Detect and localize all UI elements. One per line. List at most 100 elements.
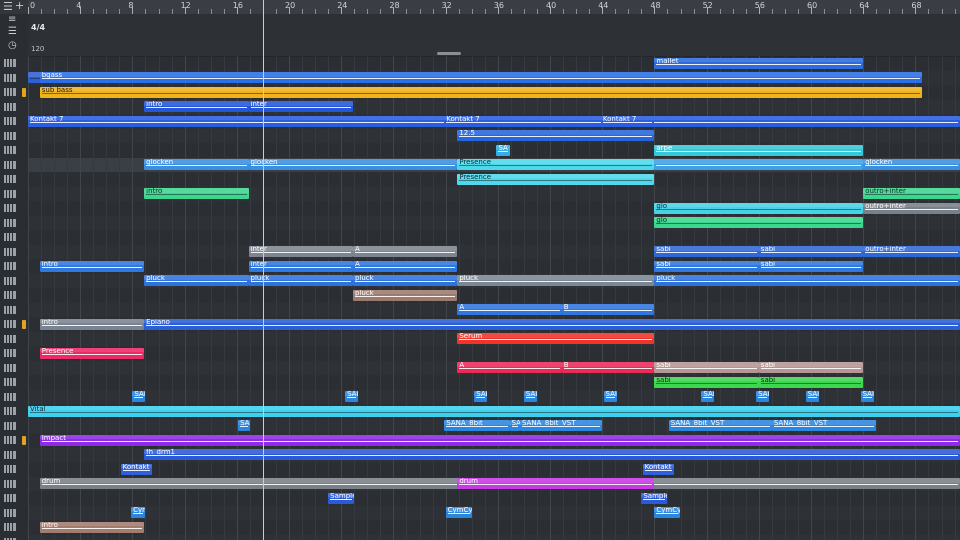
track-instrument-icon[interactable] <box>3 464 17 474</box>
clip-presence[interactable]: Presence <box>457 173 655 185</box>
clip-sabi[interactable]: sabi <box>758 362 864 373</box>
tempo-track[interactable]: 120 <box>28 42 960 57</box>
clip-12-5[interactable]: 12.5 <box>457 130 655 141</box>
track-instrument-icon[interactable] <box>3 145 17 155</box>
track-instrument-icon[interactable] <box>3 348 17 358</box>
clip-intro[interactable]: intro <box>144 101 249 112</box>
clip-a[interactable]: A <box>457 304 562 315</box>
clip-sai[interactable]: SAI <box>509 420 520 431</box>
track-lane[interactable] <box>28 505 960 520</box>
clip-intro[interactable]: intro <box>144 188 249 199</box>
clip-intro[interactable]: intro <box>39 260 145 272</box>
clip-epiano[interactable]: Epiano <box>144 318 960 330</box>
track-instrument-icon[interactable] <box>3 319 17 329</box>
track-instrument-icon[interactable] <box>3 276 17 286</box>
clip-sai[interactable]: SAI <box>756 391 770 402</box>
clip-cymcym[interactable]: CymCym <box>445 507 472 518</box>
track-instrument-icon[interactable] <box>3 305 17 315</box>
tempo-value[interactable]: 120 <box>31 45 44 53</box>
clip-sai[interactable]: SAI <box>603 391 617 402</box>
track-instrument-icon[interactable] <box>3 406 17 416</box>
clip-inter[interactable]: inter <box>248 101 353 112</box>
track-lane[interactable] <box>28 491 960 506</box>
track-instrument-icon[interactable] <box>3 421 17 431</box>
clip-sai[interactable]: SAI <box>860 391 874 402</box>
clip-sana-8bit-vst[interactable]: SANA_8bit_VST <box>668 420 772 431</box>
clip-glo[interactable]: glo <box>654 217 864 228</box>
clip-kontakt-7[interactable]: Kontakt 7 <box>600 115 655 127</box>
clip-sample[interactable]: Sample <box>328 492 355 504</box>
track-instrument-icon[interactable] <box>3 493 17 503</box>
clip-sabi[interactable]: sabi <box>654 246 759 257</box>
clip-a[interactable]: A <box>352 246 458 257</box>
clip-mallet[interactable]: mallet <box>654 57 864 69</box>
lane-resize-grip[interactable] <box>437 52 461 55</box>
track-instrument-icon[interactable] <box>3 261 17 271</box>
clip-intro[interactable]: intro <box>39 521 145 533</box>
clip-unnamed[interactable] <box>654 159 864 170</box>
clip-pluck[interactable]: pluck <box>248 275 353 286</box>
track-instrument-icon[interactable] <box>3 87 17 97</box>
track-instrument-icon[interactable] <box>3 450 17 460</box>
clip-sabi[interactable]: sabi <box>758 246 864 257</box>
track-instrument-icon[interactable] <box>3 102 17 112</box>
clip-sai[interactable]: SAI <box>345 391 359 402</box>
clip-serum[interactable]: Serum <box>457 333 655 344</box>
clip-sabi[interactable]: sabi <box>654 260 759 272</box>
track-lane[interactable] <box>28 389 960 404</box>
track-lane[interactable] <box>28 230 960 245</box>
track-instrument-icon[interactable] <box>3 334 17 344</box>
track-instrument-icon[interactable] <box>3 174 17 184</box>
track-instrument-icon[interactable] <box>3 537 17 540</box>
clip-inter[interactable]: inter <box>248 260 353 272</box>
clip-fh-drm1[interactable]: fh_drm1 <box>144 449 960 460</box>
clip-bgass[interactable]: bgass <box>39 72 922 83</box>
add-track-icon[interactable]: + <box>15 0 24 12</box>
timeline-ruler[interactable]: 0 4 8 12 16 20 24 28 32 36 40 44 48 52 56 60 64 68 <box>28 0 960 15</box>
clip-kontakt-7[interactable]: Kontakt 7 <box>642 463 674 475</box>
track-instrument-icon[interactable] <box>3 392 17 402</box>
track-lane[interactable] <box>28 346 960 361</box>
track-instrument-icon[interactable] <box>3 479 17 489</box>
arrangement-grid[interactable]: mallet bgass sub bass intro inter Kontakt 7 Ko… <box>28 56 960 540</box>
menu-icon[interactable]: ☰ <box>3 0 13 13</box>
track-instrument-icon[interactable] <box>3 203 17 213</box>
clip-pluck[interactable]: pluck <box>457 275 655 286</box>
track-instrument-icon[interactable] <box>3 218 17 228</box>
clip-impact[interactable]: Impact <box>39 434 960 446</box>
clip-b[interactable]: B <box>561 362 655 373</box>
clip-glocken[interactable]: glocken <box>248 159 458 170</box>
clip-outro-inter[interactable]: outro+inter <box>863 202 960 214</box>
clip-pluck[interactable]: pluck <box>352 289 458 301</box>
track-instrument-icon[interactable] <box>3 247 17 257</box>
track-instrument-icon[interactable] <box>3 522 17 532</box>
track-instrument-icon[interactable] <box>3 58 17 68</box>
track-instrument-icon[interactable] <box>3 189 17 199</box>
track-instrument-icon[interactable] <box>3 116 17 126</box>
track-instrument-icon[interactable] <box>3 160 17 170</box>
clip-a[interactable]: A <box>457 362 562 373</box>
clip-b[interactable]: B <box>561 304 655 315</box>
clip-sub-bass[interactable]: sub bass <box>39 86 922 98</box>
clip-glocken[interactable]: glocken <box>144 159 249 170</box>
clip-outro-inter[interactable]: outro+inter <box>863 246 960 257</box>
clip-sabi[interactable]: sabi <box>758 376 864 388</box>
clip-presence[interactable]: Presence <box>39 347 145 359</box>
track-instrument-icon[interactable] <box>3 508 17 518</box>
clip-sana-8bit-vst[interactable]: SANA_8bit_VST <box>519 420 603 431</box>
clip-drum[interactable]: drum <box>457 478 655 489</box>
clip-sabi[interactable]: sabi <box>654 376 759 388</box>
clip-glo[interactable]: glo <box>654 202 864 214</box>
clip-pluck[interactable]: pluck <box>654 275 960 286</box>
clip-arpe[interactable]: arpe <box>654 144 864 156</box>
clip-intro[interactable]: intro <box>39 318 145 330</box>
track-instrument-icon[interactable] <box>3 131 17 141</box>
clip-kontakt-7[interactable]: Kontakt 7 <box>120 463 152 475</box>
clip-outro-inter[interactable]: outro+inter <box>863 188 960 199</box>
clip-sai[interactable]: SAI <box>523 391 537 402</box>
clip-sabi[interactable]: sabi <box>654 362 759 373</box>
clip-sana-8bit-vst[interactable]: SANA_8bit_VST <box>771 420 877 431</box>
track-instrument-icon[interactable] <box>3 363 17 373</box>
instrument-icon[interactable]: ☰ <box>8 26 17 37</box>
clip-sai[interactable]: SAI <box>701 391 715 402</box>
